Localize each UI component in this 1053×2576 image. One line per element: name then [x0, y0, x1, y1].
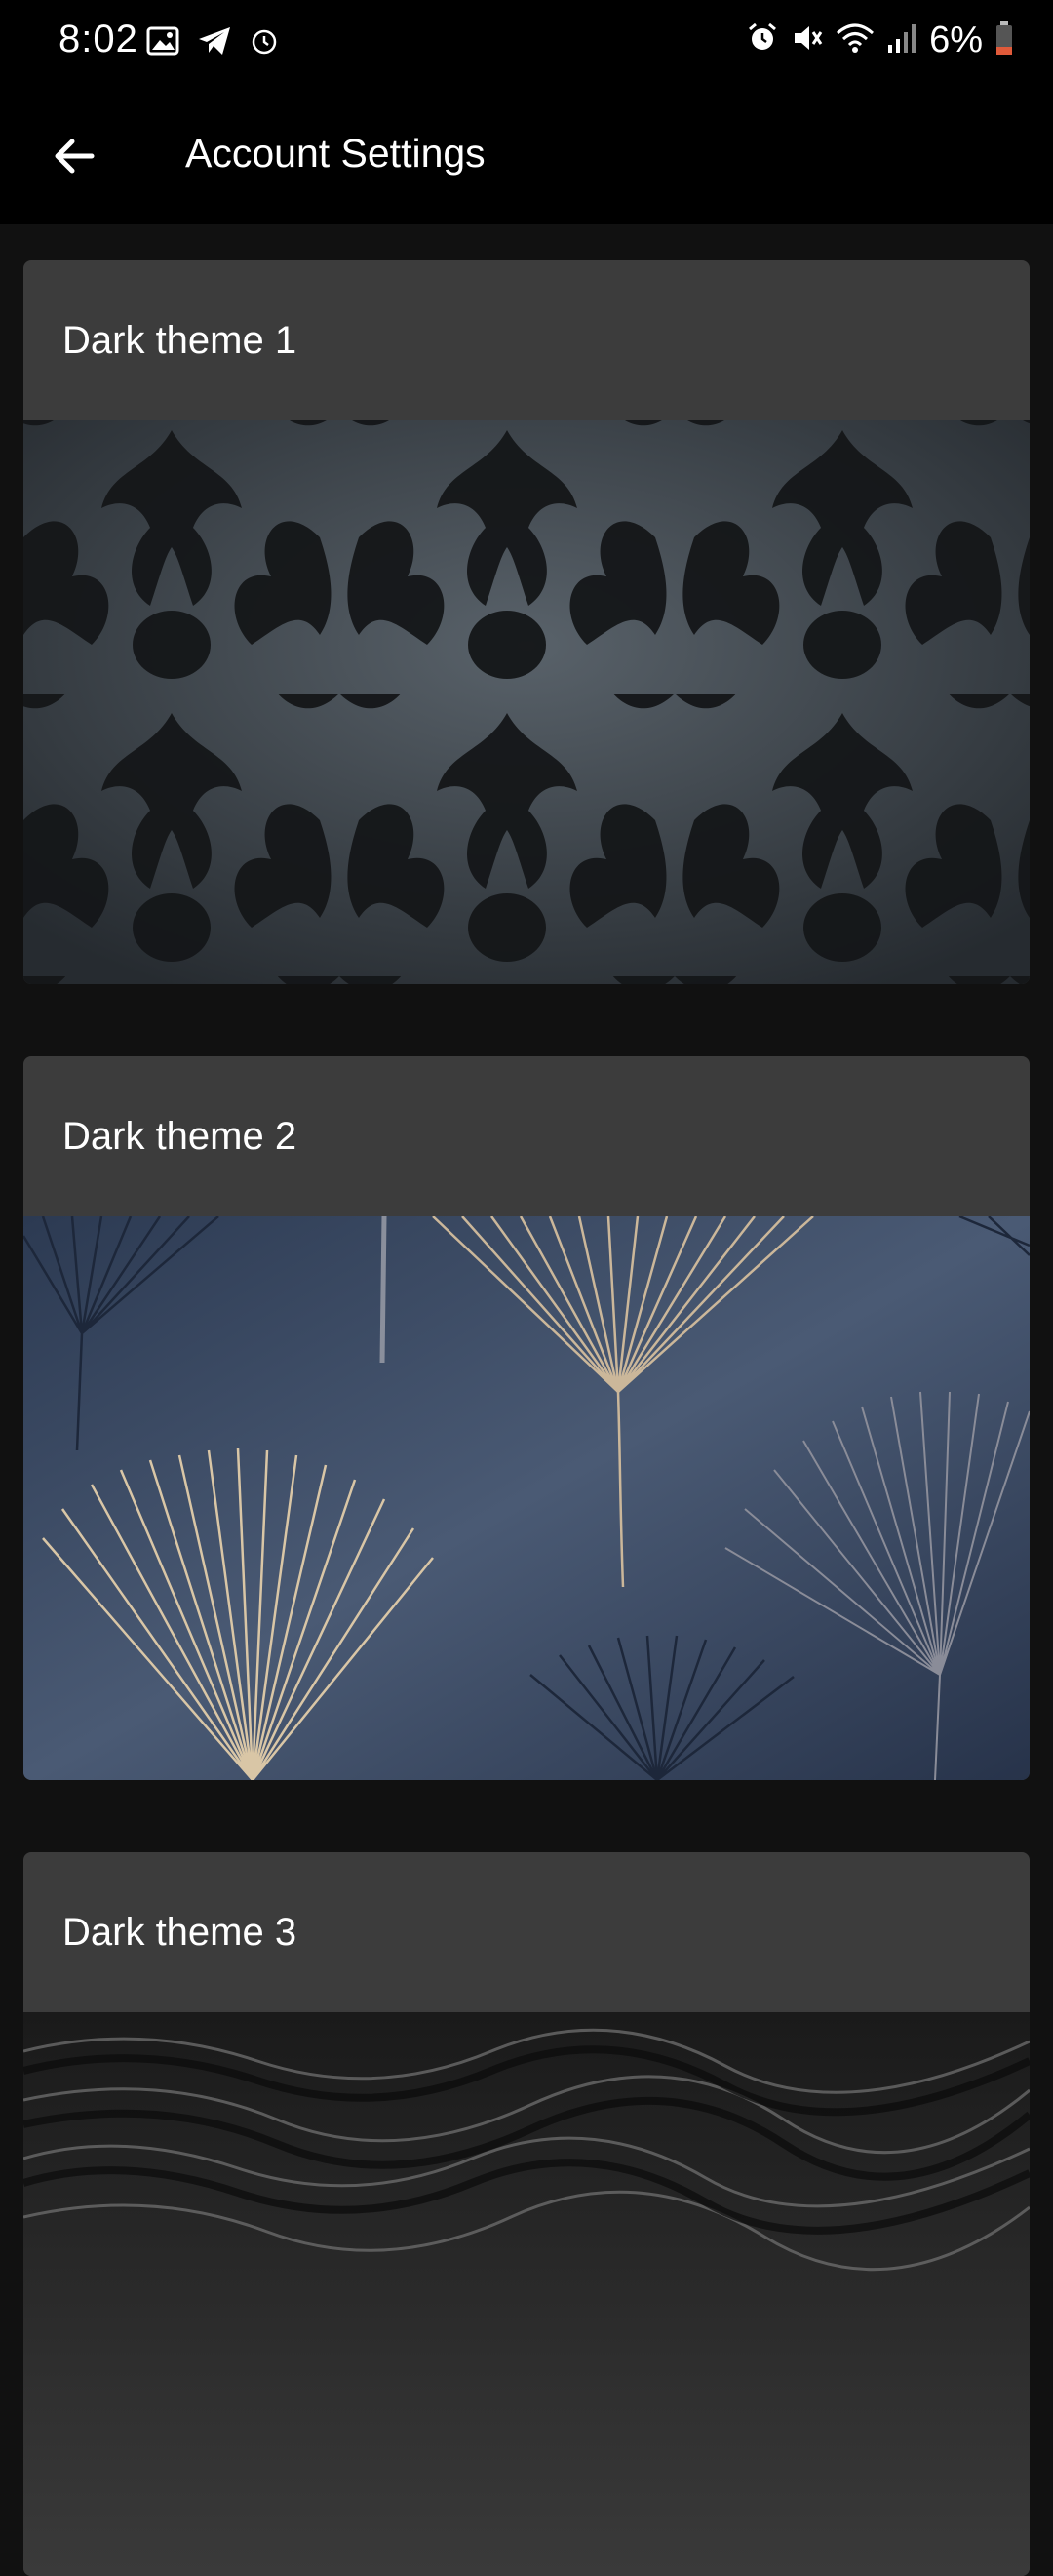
battery-low-icon — [994, 20, 1014, 60]
theme-card-2[interactable]: Dark theme 2 — [23, 1056, 1030, 1780]
theme-card-1[interactable]: Dark theme 1 — [23, 260, 1030, 984]
battery-percentage: 6% — [929, 20, 983, 60]
wifi-icon — [836, 21, 875, 59]
app-bar: Account Settings — [0, 84, 1053, 224]
page-title: Account Settings — [185, 131, 486, 176]
status-bar: 8:02 6% — [0, 0, 1053, 84]
theme-card-3[interactable]: Dark theme 3 — [23, 1852, 1030, 2576]
theme-card-label: Dark theme 3 — [62, 1910, 297, 1954]
theme-card-label: Dark theme 2 — [62, 1114, 297, 1158]
image-icon — [146, 26, 179, 60]
status-right-icons: 6% — [746, 20, 1014, 61]
theme-card-label: Dark theme 1 — [62, 318, 297, 362]
status-time: 8:02 — [58, 18, 138, 60]
mute-icon — [791, 21, 824, 59]
signal-icon — [886, 21, 917, 59]
black-sand-image — [23, 2012, 1030, 2576]
alarm-clock-icon — [250, 26, 279, 60]
damask-pattern-image — [23, 420, 1030, 984]
ginkgo-leaves-image — [23, 1216, 1030, 1780]
alarm-icon — [746, 21, 779, 59]
status-left-icons — [146, 25, 279, 61]
arrow-back-icon — [51, 133, 98, 184]
telegram-icon — [197, 25, 232, 61]
back-button[interactable] — [39, 123, 109, 193]
